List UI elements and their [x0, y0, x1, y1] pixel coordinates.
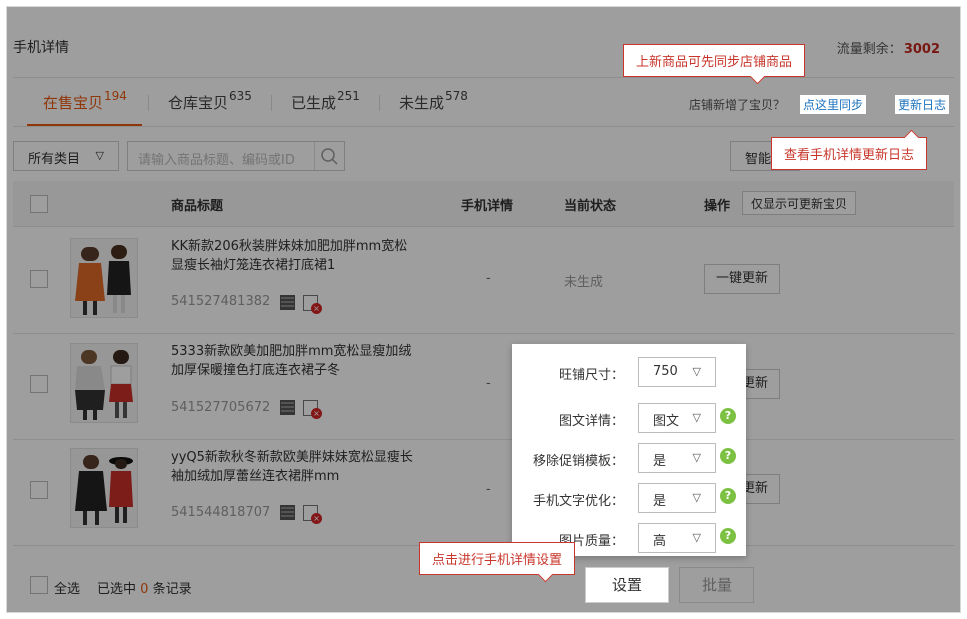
chevron-down-icon: ▽: [692, 531, 701, 544]
image-quality-select[interactable]: 高 ▽: [638, 523, 716, 553]
help-icon[interactable]: ?: [720, 408, 736, 424]
remove-promo-label: 移除促销模板：: [532, 454, 624, 469]
update-log-link[interactable]: 更新日志: [895, 95, 950, 114]
text-optimize-label: 手机文字优化：: [532, 494, 624, 509]
store-size-select[interactable]: 750 ▽: [638, 357, 716, 387]
chevron-down-icon: ▽: [692, 451, 701, 464]
remove-promo-select[interactable]: 是 ▽: [638, 443, 716, 473]
sync-link[interactable]: 点这里同步: [800, 95, 867, 114]
app-window: 手机详情 流量剩余： 3002 在售宝贝194 仓库宝贝635 已生成251 未生…: [6, 6, 961, 613]
help-icon[interactable]: ?: [720, 528, 736, 544]
detail-type-select[interactable]: 图文 ▽: [638, 403, 716, 433]
help-icon[interactable]: ?: [720, 448, 736, 464]
store-size-label: 旺铺尺寸：: [558, 368, 624, 383]
chevron-down-icon: ▽: [692, 365, 701, 378]
sync-prompt-text: 店铺新增了宝贝？: [689, 98, 786, 112]
log-tooltip: 查看手机详情更新日志: [771, 137, 928, 170]
text-optimize-select[interactable]: 是 ▽: [638, 483, 716, 513]
help-icon[interactable]: ?: [720, 488, 736, 504]
settings-button[interactable]: 设置: [585, 567, 669, 603]
sync-tooltip: 上新商品可先同步店铺商品: [623, 44, 806, 77]
settings-popover: 旺铺尺寸： 750 ▽ 图文详情： 图文 ▽ ? 移除促销模板： 是 ▽ ? 手机文字…: [512, 344, 746, 556]
chevron-down-icon: ▽: [692, 491, 701, 504]
settings-tooltip: 点击进行手机详情设置: [419, 542, 576, 575]
detail-type-label: 图文详情：: [558, 414, 624, 429]
chevron-down-icon: ▽: [692, 411, 701, 424]
